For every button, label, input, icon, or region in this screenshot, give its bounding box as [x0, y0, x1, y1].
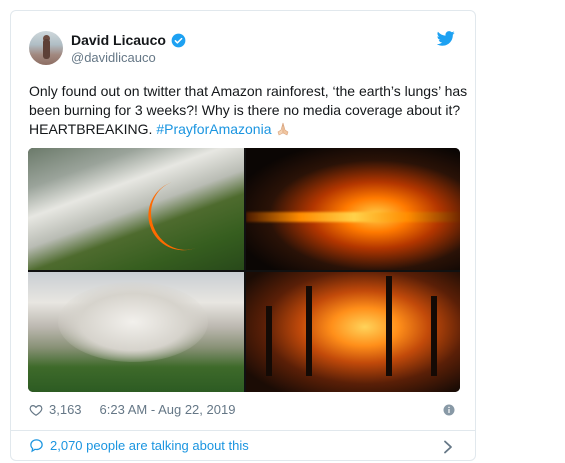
photo-rainforest-smoke-aerial[interactable]	[28, 148, 244, 270]
twitter-bird-icon[interactable]	[437, 31, 455, 46]
avatar[interactable]	[29, 31, 63, 65]
tweet-timestamp[interactable]: 6:23 AM - Aug 22, 2019	[100, 402, 236, 417]
author-name-row[interactable]: David Licauco	[71, 32, 186, 48]
praying-hands-emoji	[277, 122, 288, 136]
author-handle[interactable]: @davidlicauco	[71, 50, 156, 65]
photo-fire-line-night[interactable]	[246, 148, 460, 270]
talking-count-text[interactable]: 2,070 people are talking about this	[50, 438, 249, 453]
conversation-link[interactable]: 2,070 people are talking about this	[29, 438, 249, 453]
tweet-meta: 3,163 6:23 AM - Aug 22, 2019	[29, 402, 235, 417]
divider	[11, 430, 475, 431]
heart-icon[interactable]	[29, 403, 43, 417]
photo-forest-fire-trees[interactable]	[246, 272, 460, 392]
verified-badge-icon	[171, 33, 186, 47]
comment-bubble-icon	[30, 439, 43, 453]
tweet-text: Only found out on twitter that Amazon ra…	[29, 82, 469, 139]
hashtag-link[interactable]: #PrayforAmazonia	[156, 121, 271, 137]
like-count[interactable]: 3,163	[49, 402, 82, 417]
photo-smoke-over-forest[interactable]	[28, 272, 244, 392]
author-name[interactable]: David Licauco	[71, 32, 166, 48]
tweet-media-grid[interactable]	[28, 148, 460, 392]
tweet-card: David Licauco @davidlicauco Only found o…	[10, 10, 476, 461]
info-icon[interactable]	[443, 404, 455, 416]
chevron-right-icon[interactable]	[443, 440, 453, 454]
